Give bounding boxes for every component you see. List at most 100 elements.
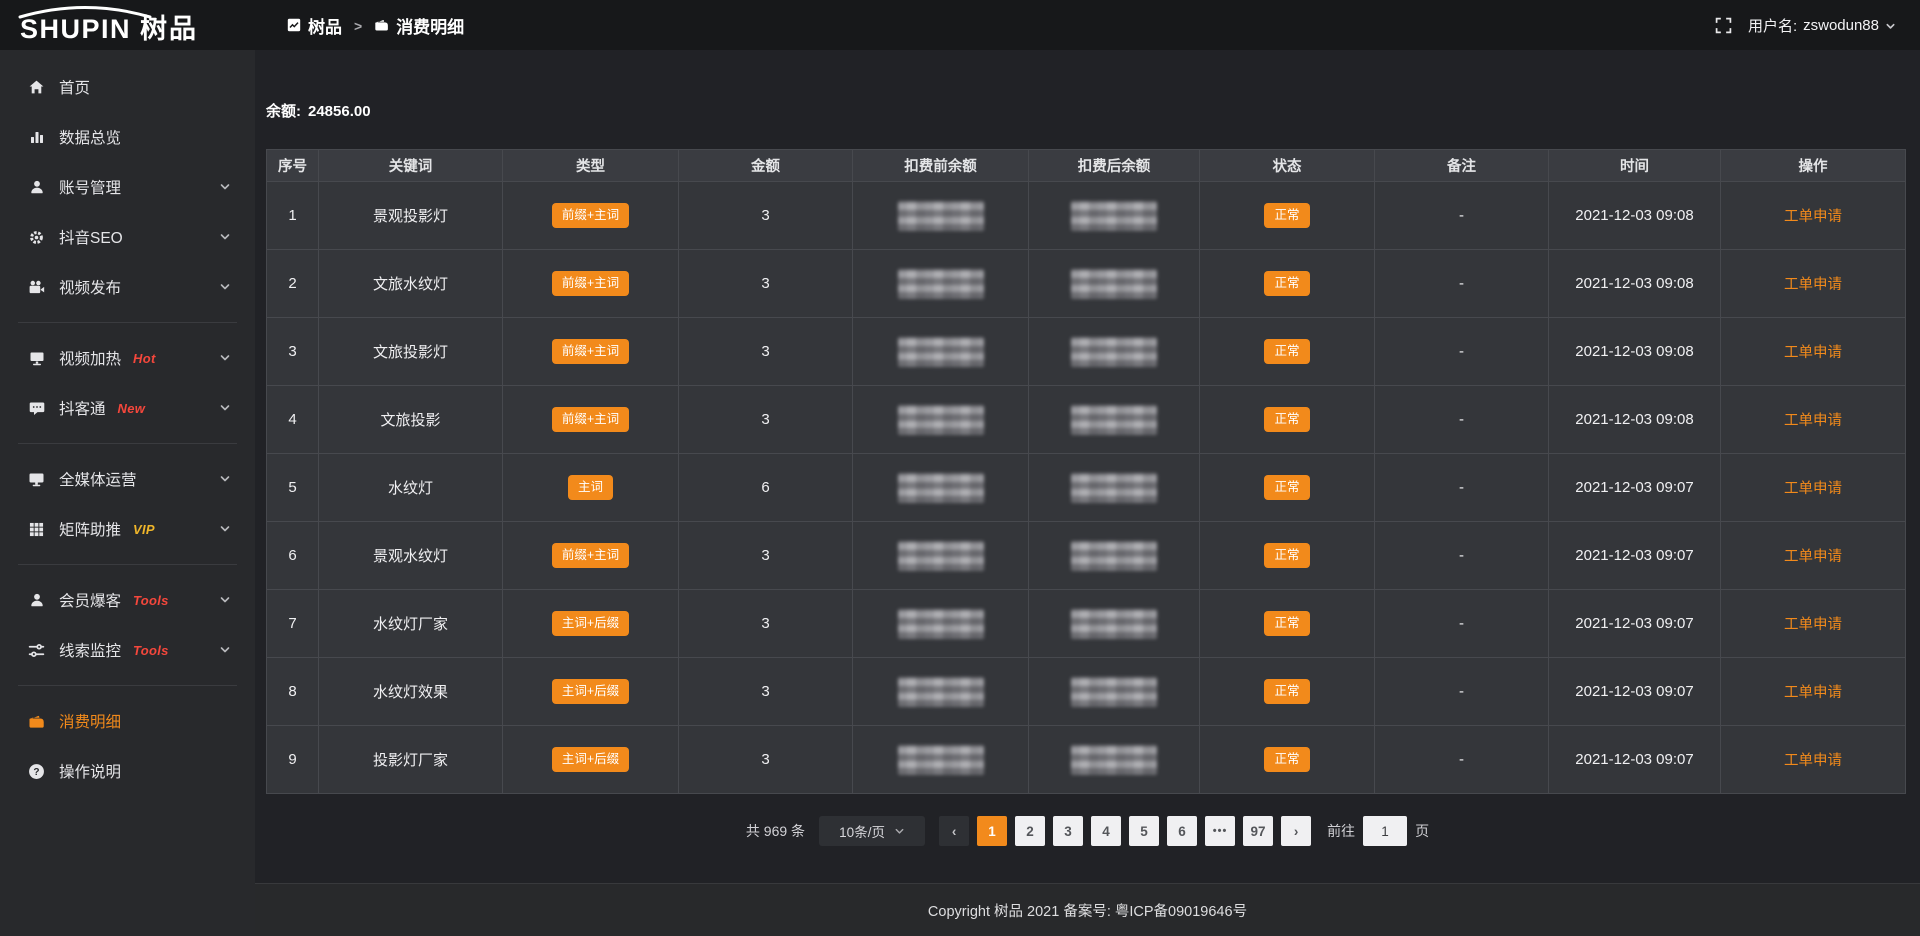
page-size-select[interactable]: 10条/页 — [819, 816, 925, 846]
next-page-button[interactable]: › — [1281, 816, 1311, 846]
cell-keyword: 水纹灯厂家 — [319, 590, 503, 658]
cell-action: 工单申请 — [1721, 590, 1906, 658]
sidebar-item-operation-guide[interactable]: ? 操作说明 — [0, 746, 255, 796]
work-order-link[interactable]: 工单申请 — [1784, 277, 1842, 293]
screen-icon — [27, 351, 46, 366]
sidebar-item-label: 线索监控 — [59, 639, 121, 661]
cell-index: 5 — [267, 454, 319, 522]
redacted-balance-after — [1071, 609, 1157, 639]
cell-action: 工单申请 — [1721, 658, 1906, 726]
user-icon — [27, 592, 46, 608]
work-order-link[interactable]: 工单申请 — [1784, 685, 1842, 701]
cell-remark: - — [1375, 250, 1549, 318]
col-header-keyword: 关键词 — [319, 150, 503, 182]
user-icon — [27, 179, 46, 195]
col-header-index: 序号 — [267, 150, 319, 182]
status-badge: 正常 — [1264, 407, 1309, 432]
goto-page-input[interactable] — [1363, 816, 1407, 846]
chevron-down-icon — [894, 826, 905, 837]
cell-remark: - — [1375, 726, 1549, 794]
cell-amount: 3 — [679, 522, 853, 590]
breadcrumb: 树品 > 消费明细 — [287, 13, 464, 38]
table-row: 3 文旅投影灯 前缀+主词 3 正常 - 2021-12-03 09:08 工单… — [267, 318, 1906, 386]
fullscreen-icon[interactable] — [1715, 17, 1732, 34]
table-header-row: 序号 关键词 类型 金额 扣费前余额 扣费后余额 状态 备注 时间 操作 — [267, 150, 1906, 182]
work-order-link[interactable]: 工单申请 — [1784, 209, 1842, 225]
cell-index: 7 — [267, 590, 319, 658]
work-order-link[interactable]: 工单申请 — [1784, 345, 1842, 361]
cell-remark: - — [1375, 318, 1549, 386]
table-row: 9 投影灯厂家 主词+后缀 3 正常 - 2021-12-03 09:07 工单… — [267, 726, 1906, 794]
page-button-4[interactable]: 4 — [1091, 816, 1121, 846]
work-order-link[interactable]: 工单申请 — [1784, 481, 1842, 497]
page-button-3[interactable]: 3 — [1053, 816, 1083, 846]
page-button-5[interactable]: 5 — [1129, 816, 1159, 846]
page-button-6[interactable]: 6 — [1167, 816, 1197, 846]
sidebar-item-data-overview[interactable]: 数据总览 — [0, 112, 255, 162]
status-badge: 正常 — [1264, 271, 1309, 296]
cell-status: 正常 — [1200, 386, 1375, 454]
more-pages-button[interactable]: ••• — [1205, 816, 1235, 846]
cell-action: 工单申请 — [1721, 522, 1906, 590]
cell-balance-after — [1029, 590, 1200, 658]
sidebar-item-lead-monitor[interactable]: 线索监控 Tools — [0, 625, 255, 675]
redacted-balance-after — [1071, 745, 1157, 775]
page-button-2[interactable]: 2 — [1015, 816, 1045, 846]
cell-status: 正常 — [1200, 522, 1375, 590]
cell-balance-before — [853, 454, 1029, 522]
prev-page-button[interactable]: ‹ — [939, 816, 969, 846]
sidebar-item-video-heating[interactable]: 视频加热 Hot — [0, 333, 255, 383]
sidebar-item-label: 账号管理 — [59, 176, 121, 198]
work-order-link[interactable]: 工单申请 — [1784, 413, 1842, 429]
cell-keyword: 文旅投影灯 — [319, 318, 503, 386]
sidebar-item-media-operation[interactable]: 全媒体运营 — [0, 454, 255, 504]
sidebar-item-video-publish[interactable]: 视频发布 — [0, 262, 255, 312]
cell-action: 工单申请 — [1721, 250, 1906, 318]
copyright-text: Copyright 树品 2021 备案号: 粤ICP备09019646号 — [928, 900, 1247, 921]
cell-balance-after — [1029, 318, 1200, 386]
video-camera-icon — [27, 280, 46, 295]
sidebar-item-account-management[interactable]: 账号管理 — [0, 162, 255, 212]
cell-balance-before — [853, 318, 1029, 386]
type-badge: 前缀+主词 — [552, 271, 629, 296]
col-header-remark: 备注 — [1375, 150, 1549, 182]
sidebar-item-douyin-seo[interactable]: 抖音SEO — [0, 212, 255, 262]
work-order-link[interactable]: 工单申请 — [1784, 617, 1842, 633]
breadcrumb-current[interactable]: 消费明细 — [374, 13, 464, 38]
sidebar-item-matrix-boost[interactable]: 矩阵助推 VIP — [0, 504, 255, 554]
work-order-link[interactable]: 工单申请 — [1784, 549, 1842, 565]
sidebar-item-douketong[interactable]: 抖客通 New — [0, 383, 255, 433]
redacted-balance-after — [1071, 473, 1157, 503]
page-button-1[interactable]: 1 — [977, 816, 1007, 846]
breadcrumb-home[interactable]: 树品 — [287, 13, 342, 38]
sidebar-item-home[interactable]: 首页 — [0, 62, 255, 112]
cell-remark: - — [1375, 522, 1549, 590]
type-badge: 前缀+主词 — [552, 339, 629, 364]
work-order-link[interactable]: 工单申请 — [1784, 753, 1842, 769]
sidebar-item-consumption-detail[interactable]: 消费明细 — [0, 696, 255, 746]
user-dropdown[interactable]: 用户名: zswodun88 — [1748, 15, 1896, 36]
cell-type: 前缀+主词 — [503, 386, 679, 454]
cell-type: 前缀+主词 — [503, 522, 679, 590]
cell-keyword: 文旅水纹灯 — [319, 250, 503, 318]
redacted-balance-before — [898, 745, 984, 775]
cell-index: 2 — [267, 250, 319, 318]
page-button-97[interactable]: 97 — [1243, 816, 1273, 846]
wallet-icon — [374, 18, 389, 32]
balance-label: 余额: — [266, 103, 301, 120]
cell-action: 工单申请 — [1721, 726, 1906, 794]
col-header-balance-before: 扣费前余额 — [853, 150, 1029, 182]
cell-keyword: 水纹灯效果 — [319, 658, 503, 726]
sidebar-item-member-baoke[interactable]: 会员爆客 Tools — [0, 575, 255, 625]
cell-amount: 3 — [679, 182, 853, 250]
brand-logo-text: SHUPIN — [20, 16, 131, 43]
cell-keyword: 水纹灯 — [319, 454, 503, 522]
cell-index: 3 — [267, 318, 319, 386]
cell-balance-after — [1029, 250, 1200, 318]
cell-amount: 3 — [679, 386, 853, 454]
dashboard-icon — [287, 18, 301, 32]
sidebar-item-label: 操作说明 — [59, 760, 121, 782]
cell-keyword: 文旅投影 — [319, 386, 503, 454]
sliders-icon — [27, 643, 46, 658]
cell-time: 2021-12-03 09:08 — [1549, 250, 1721, 318]
